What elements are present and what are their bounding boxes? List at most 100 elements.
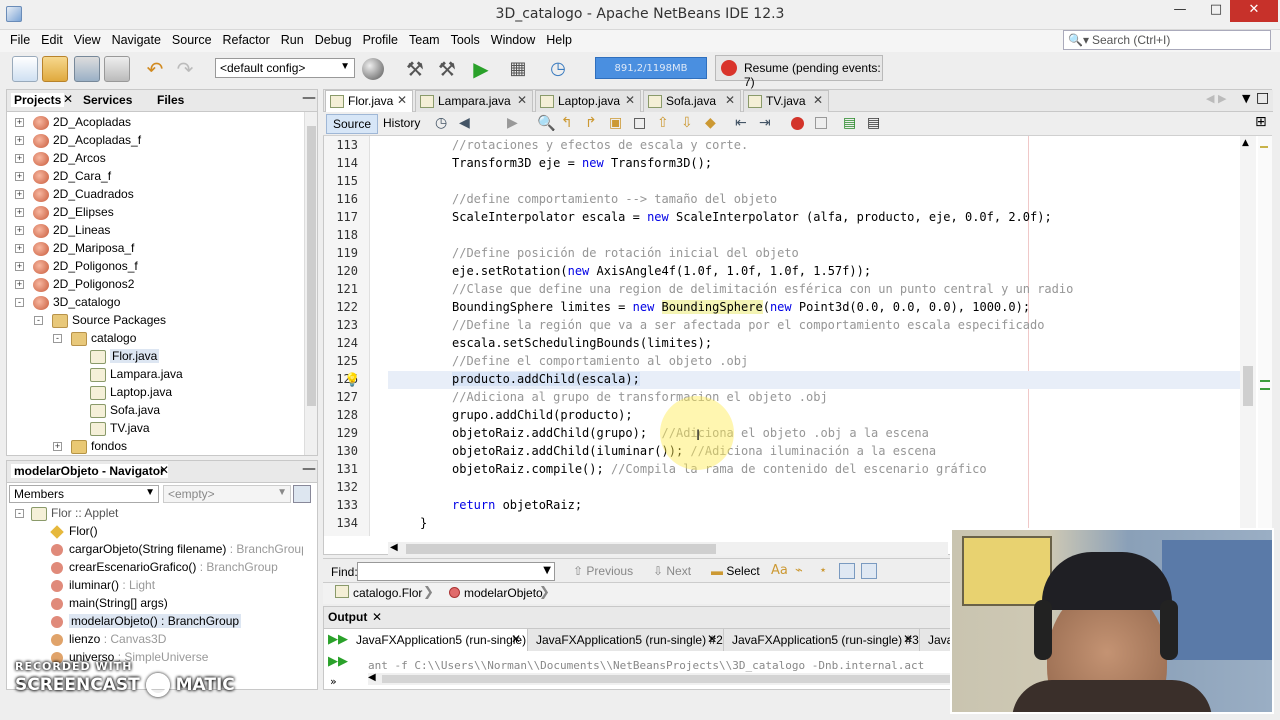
- save-all-icon[interactable]: [104, 56, 130, 82]
- empty-filter-select[interactable]: <empty> ▼: [163, 485, 291, 503]
- close-icon[interactable]: ✕: [372, 610, 382, 624]
- toggle-highlight-icon[interactable]: ▣: [609, 115, 622, 131]
- undo-icon[interactable]: ↶: [142, 56, 168, 82]
- scroll-up-icon[interactable]: ▲: [1242, 138, 1249, 148]
- close-icon[interactable]: ✕: [725, 93, 735, 107]
- tab-services[interactable]: Services: [83, 93, 132, 107]
- run-icon[interactable]: ▶: [468, 56, 494, 82]
- tree-item[interactable]: +2D_Elipses: [7, 204, 303, 222]
- expand-icon[interactable]: +: [15, 154, 24, 163]
- tree-item[interactable]: - Source Packages: [7, 312, 303, 330]
- menu-refactor[interactable]: Refactor: [218, 30, 275, 47]
- collapse-icon[interactable]: -: [34, 316, 43, 325]
- match-case-icon[interactable]: Aa: [771, 563, 788, 578]
- minimize-panel-icon[interactable]: —: [302, 461, 316, 477]
- scroll-left-icon[interactable]: ◀: [368, 672, 376, 683]
- hint-bulb-icon[interactable]: 💡: [344, 373, 360, 388]
- tab-source[interactable]: Source: [326, 114, 379, 134]
- build-icon[interactable]: ⚒: [402, 56, 428, 82]
- close-icon[interactable]: ✕: [625, 93, 635, 107]
- navigator-title[interactable]: modelarObjeto - Navigator: [11, 464, 168, 478]
- show-opened-documents-icon[interactable]: ▼: [1242, 92, 1250, 105]
- expand-icon[interactable]: +: [53, 442, 62, 451]
- minimize-icon[interactable]: —: [1170, 0, 1190, 22]
- find-previous-icon[interactable]: ↰: [561, 115, 573, 131]
- shift-right-icon[interactable]: ⇥: [759, 115, 771, 131]
- tree-item[interactable]: +2D_Mariposa_f: [7, 240, 303, 258]
- debug-icon[interactable]: ▦: [505, 56, 531, 82]
- menu-file[interactable]: File: [5, 30, 35, 47]
- expand-icon[interactable]: +: [15, 118, 24, 127]
- tree-item[interactable]: - catalogo: [7, 330, 303, 348]
- back-icon[interactable]: ◀: [459, 115, 470, 131]
- clean-build-icon[interactable]: ⚒: [434, 56, 460, 82]
- resume-button[interactable]: Resume (pending events: 7): [715, 55, 883, 89]
- expand-icon[interactable]: +: [15, 226, 24, 235]
- members-filter-select[interactable]: Members ▼: [9, 485, 159, 503]
- split-editor-icon[interactable]: ⊞: [1255, 114, 1267, 130]
- close-icon[interactable]: ✕: [707, 632, 717, 646]
- breadcrumb-class[interactable]: catalogo.Flor: [353, 586, 422, 600]
- highlight-results-icon[interactable]: [839, 563, 855, 579]
- collapse-icon[interactable]: -: [15, 298, 24, 307]
- expand-icon[interactable]: +: [15, 262, 24, 271]
- minimize-panel-icon[interactable]: —: [302, 90, 316, 106]
- breadcrumb-method[interactable]: modelarObjeto: [464, 586, 543, 600]
- navigator-member[interactable]: modelarObjeto() : BranchGroup: [7, 613, 303, 631]
- collapse-icon[interactable]: -: [15, 509, 24, 518]
- tree-item[interactable]: +2D_Cuadrados: [7, 186, 303, 204]
- comment-icon[interactable]: ▤: [843, 115, 856, 131]
- collapse-icon[interactable]: -: [53, 334, 62, 343]
- next-bookmark-icon[interactable]: ⇩: [681, 115, 693, 131]
- navigator-member[interactable]: Flor(): [7, 523, 303, 541]
- memory-usage-indicator[interactable]: 891,2/1198MB: [595, 57, 707, 79]
- expand-icon[interactable]: +: [15, 136, 24, 145]
- rerun-icon[interactable]: ▶▶: [328, 632, 348, 647]
- new-file-icon[interactable]: [12, 56, 38, 82]
- editor-tab[interactable]: Sofa.java ✕: [643, 90, 741, 112]
- tree-item[interactable]: +2D_Acopladas_f: [7, 132, 303, 150]
- more-actions-icon[interactable]: »: [330, 675, 337, 688]
- menu-view[interactable]: View: [69, 30, 106, 47]
- tab-history[interactable]: History: [383, 116, 420, 130]
- tree-item[interactable]: +2D_Cara_f: [7, 168, 303, 186]
- projects-scrollbar[interactable]: [304, 112, 317, 455]
- output-title[interactable]: Output: [328, 610, 367, 624]
- shift-left-icon[interactable]: ⇤: [735, 115, 747, 131]
- tree-item[interactable]: +2D_Poligonos2: [7, 276, 303, 294]
- redo-icon[interactable]: ↷: [172, 56, 198, 82]
- navigator-member[interactable]: iluminar() : Light: [7, 577, 303, 595]
- navigator-member[interactable]: crearEscenarioGrafico() : BranchGroup: [7, 559, 303, 577]
- expand-icon[interactable]: +: [15, 208, 24, 217]
- tree-item[interactable]: +2D_Lineas: [7, 222, 303, 240]
- tree-item[interactable]: Laptop.java: [7, 384, 303, 402]
- previous-button[interactable]: ⇧ Previous: [573, 564, 633, 578]
- open-project-icon[interactable]: [74, 56, 100, 82]
- tree-item[interactable]: +2D_Poligonos_f: [7, 258, 303, 276]
- profile-icon[interactable]: ◷: [545, 56, 571, 82]
- scrollbar-thumb[interactable]: [307, 126, 316, 406]
- menu-source[interactable]: Source: [167, 30, 217, 47]
- start-macro-recording-icon[interactable]: [791, 117, 804, 130]
- expand-icon[interactable]: +: [15, 172, 24, 181]
- expand-icon[interactable]: +: [15, 190, 24, 199]
- search-input[interactable]: 🔍▾ Search (Ctrl+I): [1063, 30, 1271, 50]
- close-icon[interactable]: ✕: [517, 93, 527, 107]
- tree-item[interactable]: Lampara.java: [7, 366, 303, 384]
- editor-tab[interactable]: Lampara.java ✕: [415, 90, 533, 112]
- whole-words-icon[interactable]: ⌁: [795, 563, 803, 578]
- forward-icon[interactable]: ▶: [507, 115, 518, 131]
- tree-item[interactable]: +2D_Acopladas: [7, 114, 303, 132]
- output-tab[interactable]: JavaFXApplication5 (run-single) #2 ✕: [528, 629, 724, 651]
- scroll-left-icon[interactable]: ◀: [390, 542, 398, 553]
- new-project-icon[interactable]: [42, 56, 68, 82]
- scroll-tabs-icon[interactable]: ◀ ▶: [1206, 92, 1226, 105]
- close-icon[interactable]: ✕: [813, 93, 823, 107]
- toggle-rect-selection-icon[interactable]: □: [633, 115, 646, 131]
- uncomment-icon[interactable]: ▤: [867, 115, 880, 131]
- tree-item[interactable]: + fondos: [7, 438, 303, 455]
- regex-icon[interactable]: ⋆: [819, 563, 827, 578]
- menu-help[interactable]: Help: [541, 30, 577, 47]
- tree-item[interactable]: Flor.java: [7, 348, 303, 366]
- navigator-view-icon[interactable]: [293, 485, 311, 503]
